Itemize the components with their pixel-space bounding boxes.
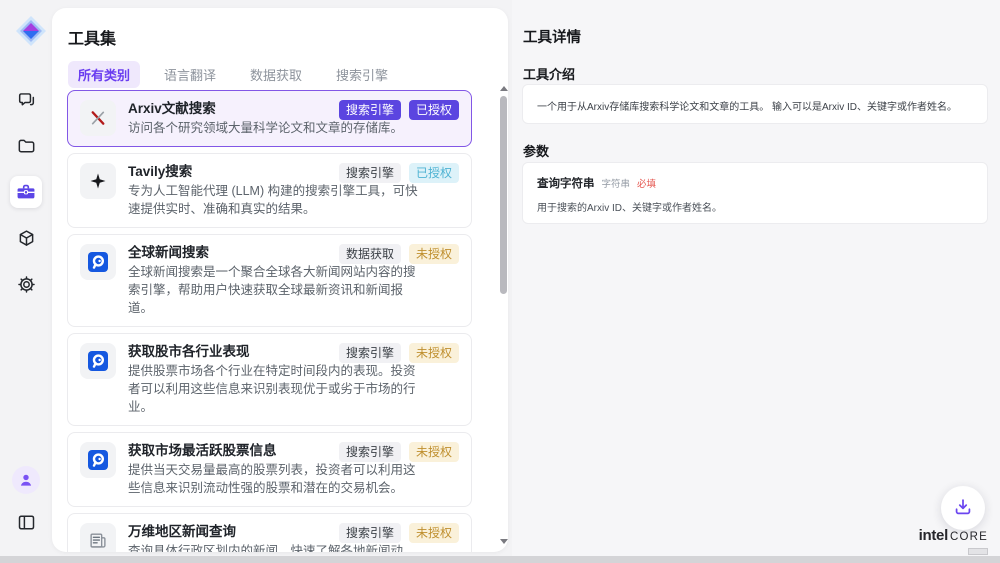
tool-description: 提供股票市场各个行业在特定时间段内的表现。投资者可以利用这些信息来识别表现优于或… — [128, 362, 423, 416]
columns-icon — [16, 512, 37, 533]
tavily-icon — [80, 163, 116, 199]
arxiv-icon — [80, 100, 116, 136]
tool-card[interactable]: 获取股市各行业表现 提供股票市场各个行业在特定时间段内的表现。投资者可以利用这些… — [67, 333, 472, 426]
toolbox-icon — [15, 181, 37, 203]
tool-category-badge: 搜索引擎 — [339, 523, 401, 543]
sidebar-item-gear[interactable] — [10, 268, 42, 300]
folder-icon — [16, 136, 37, 157]
scrollbar-thumb[interactable] — [500, 96, 507, 294]
intro-heading: 工具介绍 — [523, 64, 575, 83]
tool-description: 提供当天交易量最高的股票列表，投资者可以利用这些信息来识别流动性强的股票和潜在的… — [128, 461, 423, 497]
tool-details-panel: 工具详情 工具介绍 一个用于从Arxiv存储库搜索科学论文和文章的工具。 输入可… — [512, 0, 1000, 556]
tool-description: 全球新闻搜索是一个聚合全球各大新闻网站内容的搜索引擎，帮助用户快速获取全球最新资… — [128, 263, 423, 317]
tool-card[interactable]: 全球新闻搜索 全球新闻搜索是一个聚合全球各大新闻网站内容的搜索引擎，帮助用户快速… — [67, 234, 472, 327]
sidebar-item-columns[interactable] — [10, 506, 42, 538]
chat-icon — [16, 90, 37, 111]
tool-category-badge: 搜索引擎 — [339, 100, 401, 120]
core-brand-text: core — [950, 531, 988, 543]
scrollbar-up-button[interactable] — [500, 86, 508, 91]
sidebar-item-cube[interactable] — [10, 222, 42, 254]
intro-text: 一个用于从Arxiv存储库搜索科学论文和文章的工具。 输入可以是Arxiv ID… — [537, 98, 973, 113]
param-type: 字符串 — [602, 176, 631, 190]
rail-top-nav — [0, 84, 52, 300]
page-title: 工具集 — [68, 25, 116, 49]
app-logo-icon — [14, 14, 48, 48]
cube-icon — [16, 228, 37, 249]
tool-auth-badge: 未授权 — [409, 343, 459, 363]
tool-auth-badge: 已授权 — [409, 163, 459, 183]
tool-auth-badge: 已授权 — [409, 100, 459, 120]
details-title: 工具详情 — [523, 26, 581, 47]
download-icon — [952, 496, 974, 521]
avatar-icon — [12, 466, 40, 494]
param-required-badge: 必填 — [637, 176, 656, 190]
qblue-icon — [80, 442, 116, 478]
param-card: 查询字符串 字符串 必填 用于搜索的Arxiv ID、关键字或作者姓名。 — [522, 162, 988, 224]
sidebar-item-chat[interactable] — [10, 84, 42, 116]
params-heading: 参数 — [523, 141, 549, 160]
intel-core-logo: intelcore — [919, 529, 988, 558]
sidebar-item-toolbox[interactable] — [10, 176, 42, 208]
category-tabs: 所有类别语言翻译数据获取搜索引擎 — [68, 61, 398, 88]
tool-list: Arxiv文献搜索 访问各个研究领域大量科学论文和文章的存储库。 搜索引擎 已授… — [67, 90, 472, 552]
tool-description: 查询具体行政区划内的新闻，快速了解各地新闻动 — [128, 542, 423, 552]
list-scrollbar[interactable] — [499, 86, 507, 544]
tab-all-categories[interactable]: 所有类别 — [68, 61, 140, 88]
toolset-panel: 工具集 所有类别语言翻译数据获取搜索引擎 Arxiv文献搜索 访问各个研究领域大… — [52, 8, 508, 552]
tool-category-badge: 搜索引擎 — [339, 343, 401, 363]
scrollbar-down-button[interactable] — [500, 539, 508, 544]
intro-card: 一个用于从Arxiv存储库搜索科学论文和文章的工具。 输入可以是Arxiv ID… — [522, 84, 988, 124]
intel-brand-text: intel — [919, 527, 948, 544]
tab-data-fetch[interactable]: 数据获取 — [240, 61, 312, 88]
tool-card[interactable]: 获取市场最活跃股票信息 提供当天交易量最高的股票列表，投资者可以利用这些信息来识… — [67, 432, 472, 507]
param-description: 用于搜索的Arxiv ID、关键字或作者姓名。 — [537, 199, 973, 214]
param-name: 查询字符串 — [537, 175, 595, 191]
sidebar-item-avatar[interactable] — [10, 464, 42, 496]
left-icon-rail — [0, 0, 52, 556]
tool-card[interactable]: Tavily搜索 专为人工智能代理 (LLM) 构建的搜索引擎工具，可快速提供实… — [67, 153, 472, 228]
tab-search-engine[interactable]: 搜索引擎 — [326, 61, 398, 88]
tool-description: 专为人工智能代理 (LLM) 构建的搜索引擎工具，可快速提供实时、准确和真实的结… — [128, 182, 423, 218]
intel-badge — [968, 548, 988, 555]
tool-description: 访问各个研究领域大量科学论文和文章的存储库。 — [128, 119, 423, 137]
gear-icon — [16, 274, 37, 295]
qblue-icon — [80, 244, 116, 280]
news-icon — [80, 523, 116, 552]
tool-category-badge: 搜索引擎 — [339, 442, 401, 462]
tool-auth-badge: 未授权 — [409, 244, 459, 264]
rail-bottom-nav — [0, 464, 52, 538]
download-button[interactable] — [941, 486, 985, 530]
sidebar-item-folder[interactable] — [10, 130, 42, 162]
tool-category-badge: 搜索引擎 — [339, 163, 401, 183]
qblue-icon — [80, 343, 116, 379]
tool-category-badge: 数据获取 — [339, 244, 401, 264]
tool-auth-badge: 未授权 — [409, 442, 459, 462]
tab-language-translation[interactable]: 语言翻译 — [154, 61, 226, 88]
window-bottom-edge — [0, 556, 1000, 563]
tool-card[interactable]: Arxiv文献搜索 访问各个研究领域大量科学论文和文章的存储库。 搜索引擎 已授… — [67, 90, 472, 147]
tool-card[interactable]: 万维地区新闻查询 查询具体行政区划内的新闻，快速了解各地新闻动 搜索引擎 未授权 — [67, 513, 472, 552]
tool-auth-badge: 未授权 — [409, 523, 459, 543]
